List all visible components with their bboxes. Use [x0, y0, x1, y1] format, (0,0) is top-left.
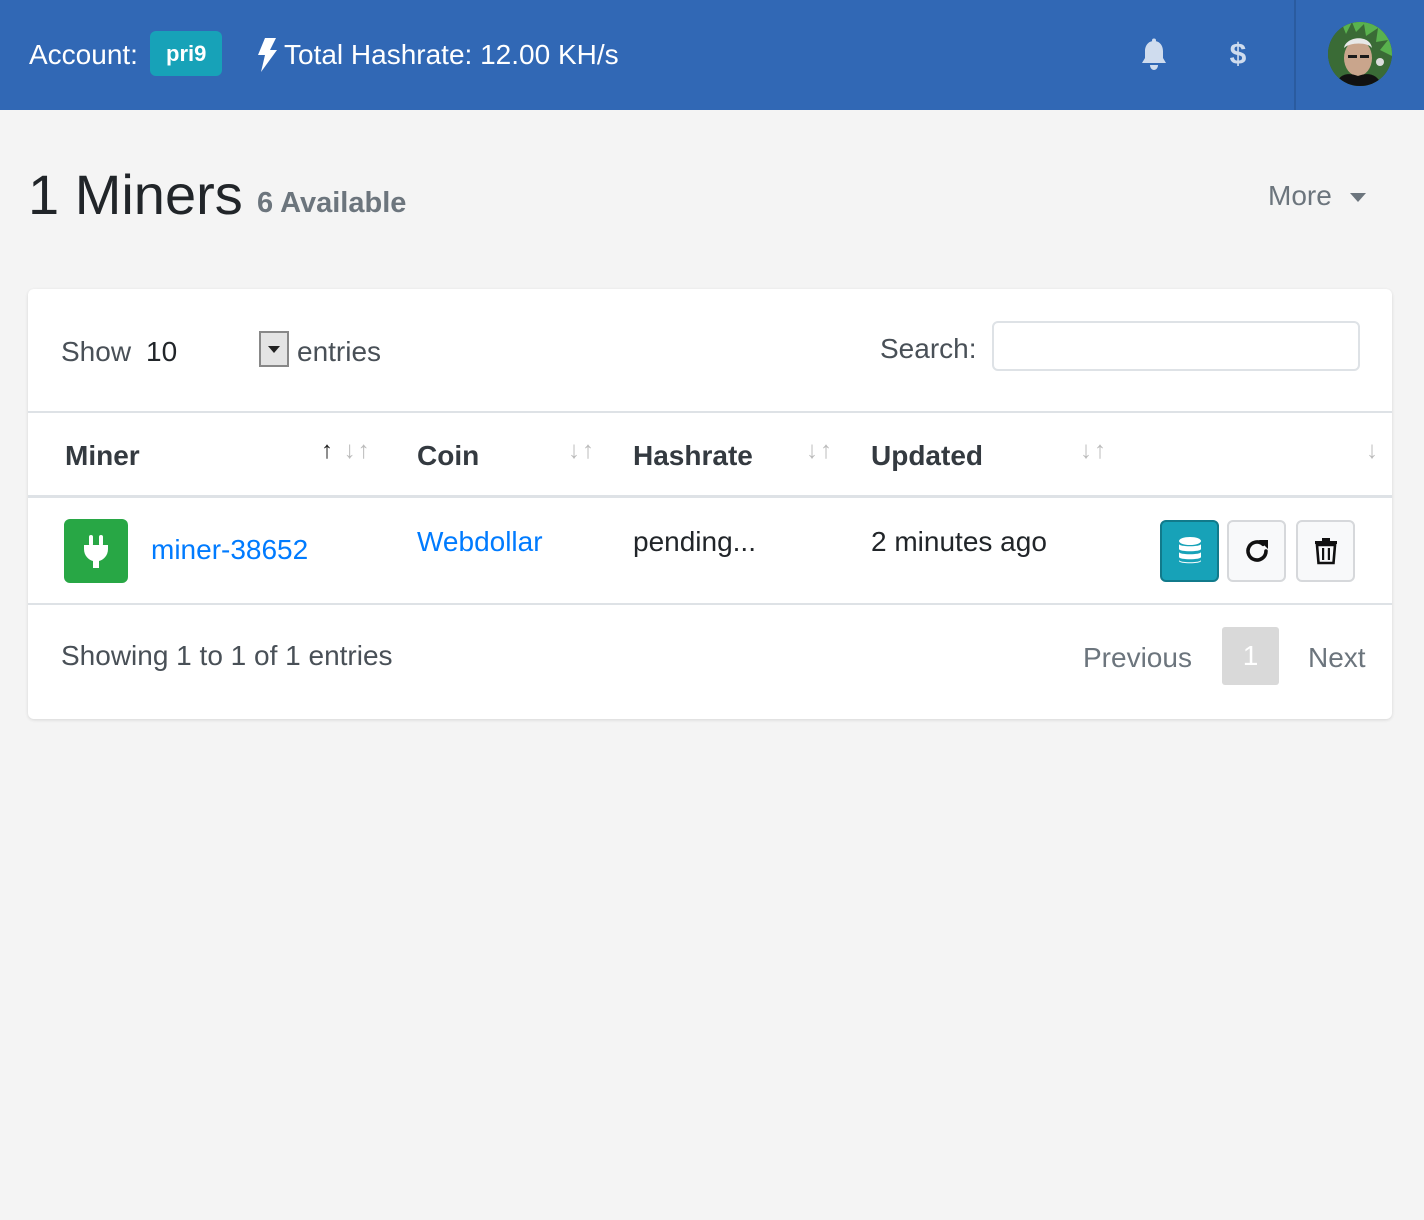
page-title: 1 Miners: [28, 163, 243, 226]
hashrate-value: pending...: [633, 526, 756, 557]
column-header-miner[interactable]: Miner: [65, 439, 140, 473]
refresh-icon: [1245, 540, 1268, 562]
chevron-down-icon[interactable]: [1350, 193, 1366, 202]
total-hashrate: Total Hashrate: 12.00 KH/s: [284, 39, 619, 70]
bell-icon[interactable]: [1138, 38, 1170, 72]
top-navbar: Account: pri9 Total Hashrate: 12.00 KH/s…: [0, 0, 1424, 110]
navbar-divider: [1294, 0, 1296, 110]
sort-asc-icon[interactable]: ↑ ↓↑: [321, 437, 372, 465]
account-badge[interactable]: pri9: [150, 31, 223, 76]
more-dropdown-button[interactable]: More: [1268, 178, 1332, 214]
table-bottom-border: [28, 603, 1392, 605]
coin-link[interactable]: Webdollar: [417, 525, 543, 559]
show-label: Show: [61, 336, 132, 367]
trash-icon: [1314, 538, 1337, 565]
table-info: Showing 1 to 1 of 1 entries: [61, 640, 393, 671]
available-count: 6 Available: [257, 187, 407, 219]
pagination-previous[interactable]: Previous: [1083, 641, 1192, 675]
stats-button[interactable]: [1160, 520, 1219, 582]
pagination-page-1[interactable]: 1: [1222, 627, 1279, 685]
restart-button[interactable]: [1227, 520, 1286, 582]
sort-icon[interactable]: ↓: [1366, 437, 1380, 465]
table-header-border: [28, 495, 1392, 498]
account-label: Account:: [29, 39, 138, 70]
pagination-next[interactable]: Next: [1308, 641, 1366, 675]
miner-name-link[interactable]: miner-38652: [151, 533, 308, 567]
avatar[interactable]: [1328, 22, 1392, 86]
page-length-value[interactable]: 10: [146, 335, 177, 369]
dollar-icon[interactable]: $: [1226, 36, 1250, 74]
search-label: Search:: [880, 333, 977, 364]
select-arrow-icon[interactable]: [259, 331, 289, 367]
column-header-updated[interactable]: Updated: [871, 439, 983, 473]
page-length-select[interactable]: 10: [146, 329, 289, 369]
entries-label: entries: [297, 336, 382, 367]
column-header-coin[interactable]: Coin: [417, 439, 479, 473]
sort-icon[interactable]: ↓↑: [806, 437, 834, 465]
updated-value: 2 minutes ago: [871, 526, 1047, 557]
search-input[interactable]: [992, 321, 1360, 371]
table-top-border: [28, 411, 1392, 413]
sort-icon[interactable]: ↓↑: [1080, 437, 1108, 465]
database-icon: [1178, 537, 1201, 564]
delete-button[interactable]: [1296, 520, 1355, 582]
sort-icon[interactable]: ↓↑: [568, 437, 596, 465]
bolt-icon: [258, 38, 277, 72]
miners-card: Show 10 entries Search: Miner ↑ ↓↑ Coin …: [28, 289, 1392, 719]
column-header-hashrate[interactable]: Hashrate: [633, 439, 753, 473]
plug-icon: [64, 519, 128, 583]
